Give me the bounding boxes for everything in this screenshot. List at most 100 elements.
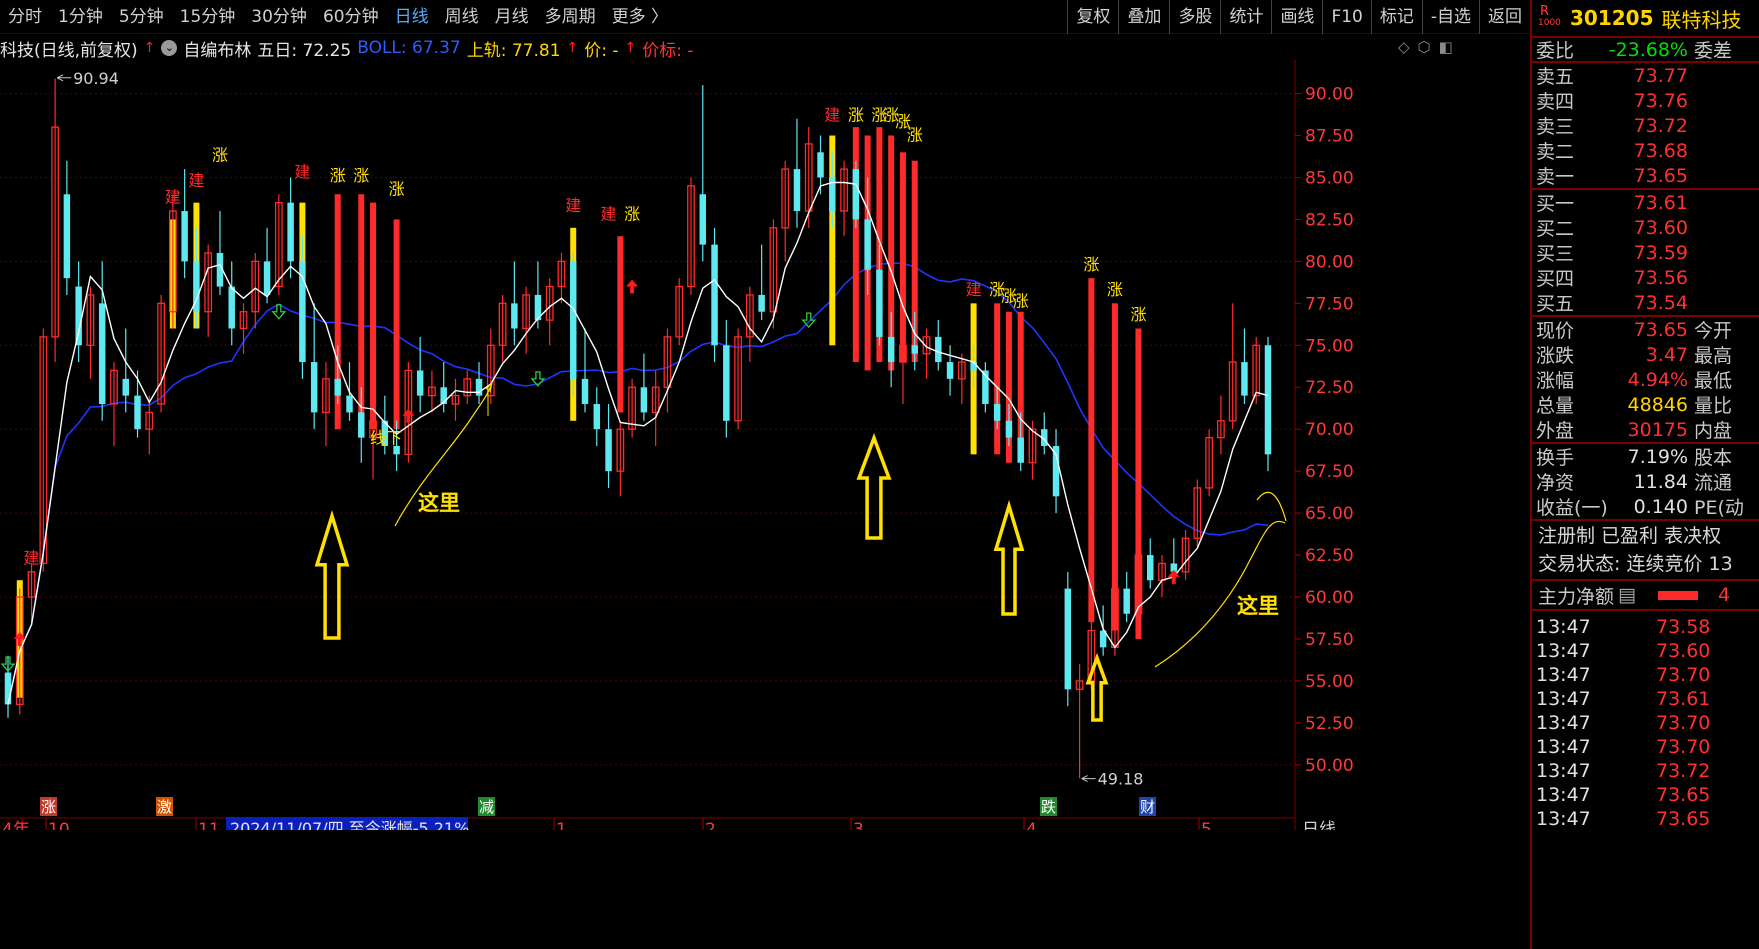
fundamental-row: 净资 11.84 流通 (1536, 470, 1733, 495)
list-icon[interactable]: ▤ (1618, 584, 1636, 606)
candle-body-down (181, 211, 188, 262)
candle-body-down (723, 345, 730, 421)
candle-body-down (475, 378, 483, 396)
price-value: 价: - (584, 40, 619, 61)
y-tick-label: 62.50 (1305, 546, 1354, 566)
tick-row: 13:47 73.60 (1536, 640, 1711, 662)
chevron-down-icon[interactable]: ⌄ (161, 40, 178, 56)
tab-multi-period[interactable]: 多周期 (537, 0, 604, 34)
signal-text: 涨 (1083, 255, 1099, 274)
kline-chart[interactable]: 建建建涨建涨涨涨建建涨建涨涨涨涨涨建 涨涨涨涨涨涨 涨激减跌财90.9449.18… (0, 60, 1450, 830)
candle-body-down (1147, 555, 1154, 581)
layout-icon[interactable]: ◧ (1439, 38, 1453, 56)
candle-body-down (134, 395, 141, 430)
candle-body-down (817, 152, 824, 178)
event-marker-label: 财 (1140, 798, 1155, 816)
candle-body-down (358, 412, 365, 438)
restore-rights-button[interactable]: 复权 (1067, 0, 1118, 34)
signal-text: 涨 (389, 179, 405, 198)
period-label: 日线 (1302, 820, 1336, 830)
y-tick-label: 57.50 (1305, 630, 1354, 650)
main-flow-row[interactable]: 主力净额 ▤ 4 (1532, 579, 1759, 609)
overlay-button[interactable]: 叠加 (1118, 0, 1169, 34)
tick-row: 13:47 73.61 (1536, 688, 1711, 710)
ask-row[interactable]: 卖五 73.77 (1532, 63, 1759, 89)
y-tick-label: 75.00 (1305, 336, 1354, 356)
back-button[interactable]: 返回 (1479, 0, 1530, 34)
draw-line-button[interactable]: 画线 (1271, 0, 1322, 34)
candle-body-down (1264, 345, 1272, 455)
x-tick-label: 10 (48, 820, 70, 830)
x-tick-label: 11 (198, 820, 220, 830)
candle-body-down (511, 303, 518, 329)
candle-body-down (98, 303, 106, 405)
tab-30min[interactable]: 30分钟 (243, 0, 315, 34)
y-tick-label: 90.00 (1305, 85, 1354, 105)
candle-body-down (593, 404, 601, 430)
formula-name[interactable]: 自编布林 (183, 36, 251, 61)
price-mark-value: 价标: - (642, 40, 694, 61)
x-tick-label: 2 (705, 820, 716, 830)
ask-row[interactable]: 卖三 73.72 (1532, 113, 1759, 139)
f10-button[interactable]: F10 (1322, 0, 1370, 34)
r-badge-icon: R 1000 (1538, 4, 1561, 28)
remove-watchlist-button[interactable]: -自选 (1421, 0, 1479, 34)
y-tick-label: 85.00 (1305, 168, 1354, 188)
bid-row[interactable]: 买四 73.56 (1532, 265, 1759, 291)
period-tabs: 分时 1分钟 5分钟 15分钟 30分钟 60分钟 日线 周线 月线 多周期 更… (0, 0, 676, 34)
signal-text: 涨 (1013, 292, 1029, 311)
chart-controls: ◇ ⬡ ◧ (1398, 38, 1453, 56)
signal-text: 建 (294, 162, 310, 181)
stock-name[interactable]: 联特科技 (1662, 4, 1742, 33)
weibi-value: -23.68% (1608, 38, 1688, 61)
candle-body-down (75, 286, 82, 346)
hand-drawn-curve (1256, 491, 1287, 522)
low-label: 49.18 (1098, 770, 1144, 789)
candle-body-down (63, 194, 71, 279)
tab-daily[interactable]: 日线 (387, 0, 437, 34)
candle-body-down (1064, 588, 1072, 690)
fundamentals-list: 换手 7.19% 股本 净资 11.84 流通 收益(一) 0.140 PE(动 (1532, 442, 1759, 519)
tab-monthly[interactable]: 月线 (487, 0, 537, 34)
boll-mid-line (7, 262, 1269, 705)
stat-row: 总量 48846 量比 (1536, 393, 1733, 418)
bid-row[interactable]: 买一 73.61 (1532, 190, 1759, 216)
stock-code[interactable]: 301205 (1570, 6, 1654, 30)
tick-list: 13:47 73.58 13:47 73.60 13:47 73.70 13:47 73… (1532, 609, 1759, 831)
arrow-up-icon: ↑ (624, 40, 637, 56)
tab-1min[interactable]: 1分钟 (50, 0, 111, 34)
multi-stock-button[interactable]: 多股 (1169, 0, 1220, 34)
tick-row: 13:47 73.65 (1536, 808, 1711, 830)
ask-row[interactable]: 卖二 73.68 (1532, 138, 1759, 164)
mark-button[interactable]: 标记 (1370, 0, 1422, 34)
y-tick-label: 77.50 (1305, 294, 1354, 314)
bid-row[interactable]: 买二 73.60 (1532, 215, 1759, 241)
big-up-arrow-icon (856, 433, 892, 540)
statistics-button[interactable]: 统计 (1220, 0, 1271, 34)
tick-row: 13:47 73.65 (1536, 784, 1711, 806)
tab-weekly[interactable]: 周线 (437, 0, 487, 34)
candle-body-down (1123, 588, 1130, 614)
candle-body-down (569, 261, 577, 379)
main-flow-label: 主力净额 (1538, 585, 1615, 608)
x-tick-label: 3 (853, 820, 864, 830)
cube-icon[interactable]: ⬡ (1418, 38, 1431, 56)
diamond-icon[interactable]: ◇ (1398, 38, 1410, 56)
tab-15min[interactable]: 15分钟 (172, 0, 244, 34)
tab-60min[interactable]: 60分钟 (315, 0, 387, 34)
tab-more[interactable]: 更多 〉 (604, 0, 676, 34)
candle-body-down (699, 194, 707, 245)
candle-body-down (605, 429, 612, 472)
ask-row[interactable]: 卖四 73.76 (1532, 88, 1759, 114)
bid-row[interactable]: 买三 73.59 (1532, 240, 1759, 266)
tab-fenshi[interactable]: 分时 (0, 0, 50, 34)
candle-body-down (310, 362, 318, 413)
annotation-here-text: 这里 (418, 491, 460, 515)
bid-row[interactable]: 买五 73.54 (1532, 290, 1759, 316)
quote-panel: R 1000 301205 联特科技 委比 -23.68% 委差 卖五 73.77 … (1530, 0, 1759, 949)
ask-row[interactable]: 卖一 73.65 (1532, 163, 1759, 189)
tab-5min[interactable]: 5分钟 (111, 0, 172, 34)
candle-body-down (416, 370, 424, 396)
signal-text: 建 (601, 204, 617, 223)
annotation-here-text: 这里 (1237, 594, 1279, 618)
